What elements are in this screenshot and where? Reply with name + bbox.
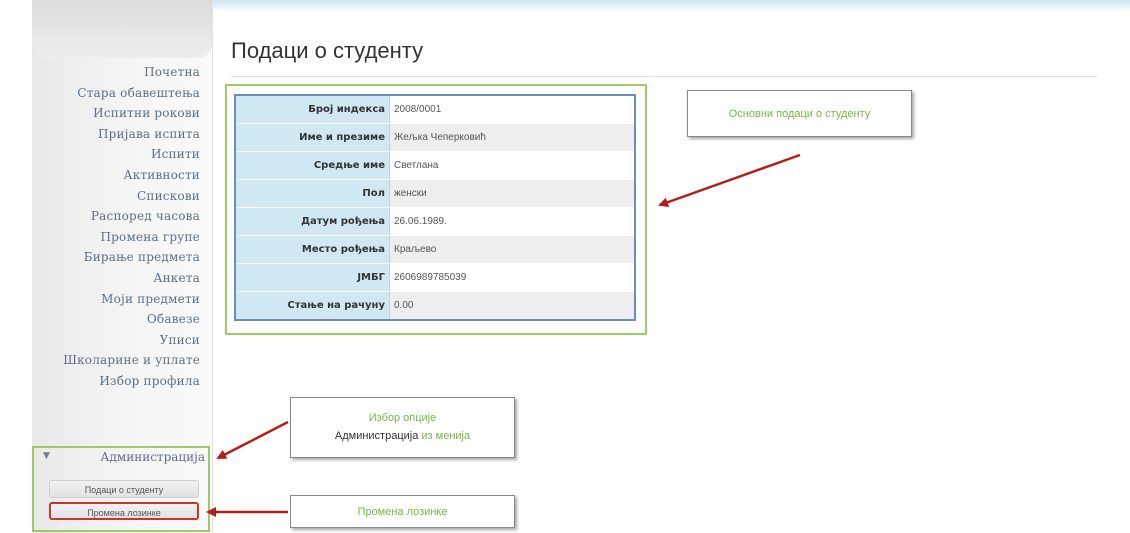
sidebar-item-profile-selection[interactable]: Избор профила [25,371,200,392]
field-value: 2008/0001 [389,95,635,124]
field-value: 0.00 [389,291,635,321]
sidebar-menu: Почетна Стара обавештења Испитни рокови … [25,62,200,392]
callout-choose-option: Избор опције Администрација из менија [290,397,515,458]
callout-choose-option-line1: Избор опције [368,412,437,424]
sidebar-header [32,0,212,58]
field-value: Жељка Чеперковић [389,123,635,152]
field-value: женски [389,179,635,208]
sidebar-item-timetable[interactable]: Распоред часова [25,206,200,227]
table-row: ЈМБГ 2606989785039 [235,263,635,292]
student-info-highlight: Број индекса 2008/0001 Име и презиме Жељка … [225,84,647,335]
field-label: Стање на рачуну [235,291,390,321]
callout-change-password: Промена лозинке [290,495,515,528]
callout-choose-option-line2: Администрација из менија [291,427,514,445]
sidebar-item-tuition-payments[interactable]: Школарине и уплате [25,350,200,371]
table-row: Пол женски [235,179,635,208]
title-divider [231,76,1098,77]
table-row: Датум рођења 26.06.1989. [235,207,635,236]
arrow-to-table [658,153,801,208]
page-title: Подаци о студенту [231,38,424,63]
table-row: Место рођења Краљево [235,235,635,264]
field-label: Средње име [235,151,390,180]
field-label: Број индекса [235,95,390,124]
student-info-table: Број индекса 2008/0001 Име и презиме Жељка … [234,94,636,321]
triangle-down-icon: ▼ [43,451,50,461]
field-value: 2606989785039 [389,263,635,292]
field-label: Пол [235,179,390,208]
field-value: Светлана [389,151,635,180]
sidebar-item-survey[interactable]: Анкета [25,268,200,289]
table-row: Средње име Светлана [235,151,635,180]
sidebar-item-course-selection[interactable]: Бирање предмета [25,247,200,268]
table-row: Стање на рачуну 0.00 [235,291,635,321]
sidebar-item-exam-periods[interactable]: Испитни рокови [25,103,200,124]
sidebar-item-my-courses[interactable]: Моји предмети [25,289,200,310]
arrow-to-admin-menu [216,420,289,460]
callout-basic-info: Основни подаци о студенту [687,90,912,137]
sidebar-item-old-notices[interactable]: Стара обавештења [25,83,200,104]
sidebar-item-administration[interactable]: ▼ Администрација [40,450,205,466]
top-header-strip [212,0,1130,12]
sidebar-item-activities[interactable]: Активности [25,165,200,186]
sidebar-item-lists[interactable]: Спискови [25,186,200,207]
field-value: 26.06.1989. [389,207,635,236]
sidebar-item-exam-registration[interactable]: Пријава испита [25,124,200,145]
sidebar-item-group-change[interactable]: Промена групе [25,227,200,248]
sidebar-item-enrollments[interactable]: Уписи [25,330,200,351]
sidebar-item-obligations[interactable]: Обавезе [25,309,200,330]
callout-from-menu: из менија [418,430,471,442]
field-label: Место рођења [235,235,390,264]
field-label: Име и презиме [235,123,390,152]
table-row: Име и презиме Жељка Чеперковић [235,123,635,152]
table-row: Број индекса 2008/0001 [235,95,635,124]
sidebar-subitem-student-data[interactable]: Подаци о студенту [49,480,199,498]
sidebar-item-home[interactable]: Почетна [25,62,200,83]
callout-admin-word: Администрација [334,430,419,442]
field-label: ЈМБГ [235,263,390,292]
field-label: Датум рођења [235,207,390,236]
sidebar-item-exams[interactable]: Испити [25,144,200,165]
field-value: Краљево [389,235,635,264]
sidebar-item-administration-label: Администрација [100,450,205,464]
sidebar-subitem-change-password[interactable]: Промена лозинке [49,502,199,520]
